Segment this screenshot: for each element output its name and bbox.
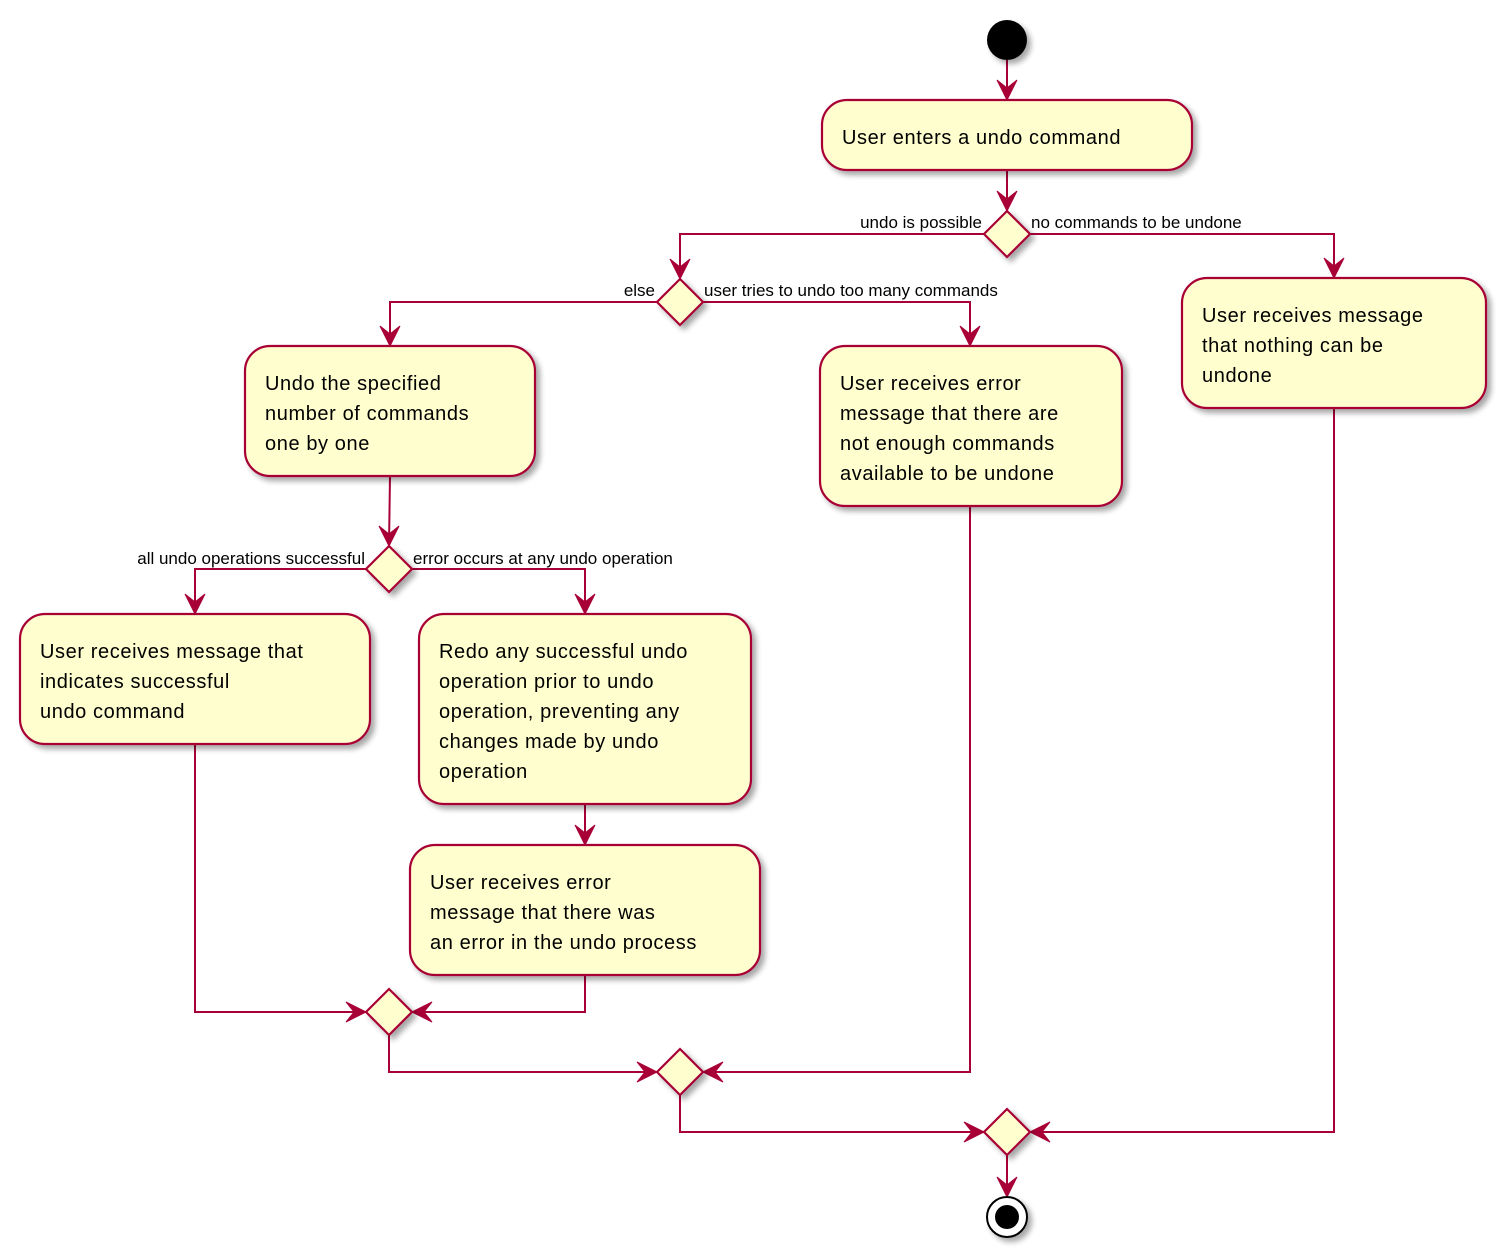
activity-error-message: User receives error message that there wa… <box>408 843 762 977</box>
end-node <box>986 1196 1028 1238</box>
activity-text-line: number of commands <box>265 403 469 425</box>
activity-text-line: that nothing can be <box>1202 335 1384 357</box>
activity-redo: Redo any successful undo operation prior … <box>417 612 753 806</box>
edge-middle-to-outer <box>679 1095 984 1133</box>
start-node <box>987 20 1027 60</box>
activity-text-line: changes made by undo <box>439 731 659 753</box>
activity-text-line: Undo the specified <box>265 373 441 395</box>
activity-not-enough-commands: User receives error message that there ar… <box>818 344 1124 508</box>
activity-text-line: operation, preventing any <box>439 701 680 723</box>
activity-diagram: User enters a undo command Undo the spec… <box>18 20 1488 1238</box>
activity-text-line: User receives message <box>1202 305 1424 327</box>
activity-text-line: indicates successful <box>40 671 230 693</box>
activity-text-line: an error in the undo process <box>430 932 697 954</box>
activity-success-message: User receives message that indicates succ… <box>18 612 372 746</box>
activity-user-enters-undo: User enters a undo command <box>820 98 1194 172</box>
edge-error-to-merge <box>412 975 586 1013</box>
activity-text: User enters a undo command <box>842 127 1121 149</box>
label-too-many: user tries to undo too many commands <box>704 281 998 300</box>
activity-text-line: User receives error <box>840 373 1021 395</box>
edge-inner-to-middle <box>388 1035 657 1073</box>
activity-text-line: one by one <box>265 433 370 455</box>
label-else: else <box>624 281 655 300</box>
decision-too-many <box>655 277 705 327</box>
activity-text-line: User receives error <box>430 872 611 894</box>
activity-text-line: available to be undone <box>840 463 1054 485</box>
edge-success-to-merge <box>194 744 366 1013</box>
label-no-commands: no commands to be undone <box>1031 213 1242 232</box>
merge-inner <box>364 987 414 1037</box>
decision-undo-possible <box>982 209 1032 259</box>
activity-text-line: undone <box>1202 365 1272 387</box>
activity-text-line: operation prior to undo <box>439 671 654 693</box>
activity-text-line: undo command <box>40 701 185 723</box>
edge-undo-possible <box>679 233 984 279</box>
activity-text-line: not enough commands <box>840 433 1055 455</box>
decision-all-success <box>364 544 414 594</box>
activity-text-line: User enters a undo command <box>842 127 1121 149</box>
activity-text-line: Redo any successful undo <box>439 641 688 663</box>
edge-no-commands <box>1030 233 1335 278</box>
edge-all-success <box>194 568 366 614</box>
edge-nothing-to-outer <box>1030 408 1335 1133</box>
label-all-success: all undo operations successful <box>137 549 365 568</box>
label-undo-possible: undo is possible <box>860 213 982 232</box>
activity-text-line: message that there are <box>840 403 1059 425</box>
merge-middle <box>655 1047 705 1097</box>
edge-too-many <box>703 301 971 346</box>
activity-text-line: operation <box>439 761 528 783</box>
merge-outer <box>982 1107 1032 1157</box>
activity-text-line: message that there was <box>430 902 656 924</box>
activity-undo-specified: Undo the specified number of commands one … <box>243 344 537 478</box>
activity-nothing-undone: User receives message that nothing can be… <box>1180 276 1488 410</box>
label-error-any: error occurs at any undo operation <box>413 549 673 568</box>
edge-else <box>389 301 657 346</box>
activity-text-line: User receives message that <box>40 641 303 663</box>
edge-error-any <box>412 568 586 614</box>
